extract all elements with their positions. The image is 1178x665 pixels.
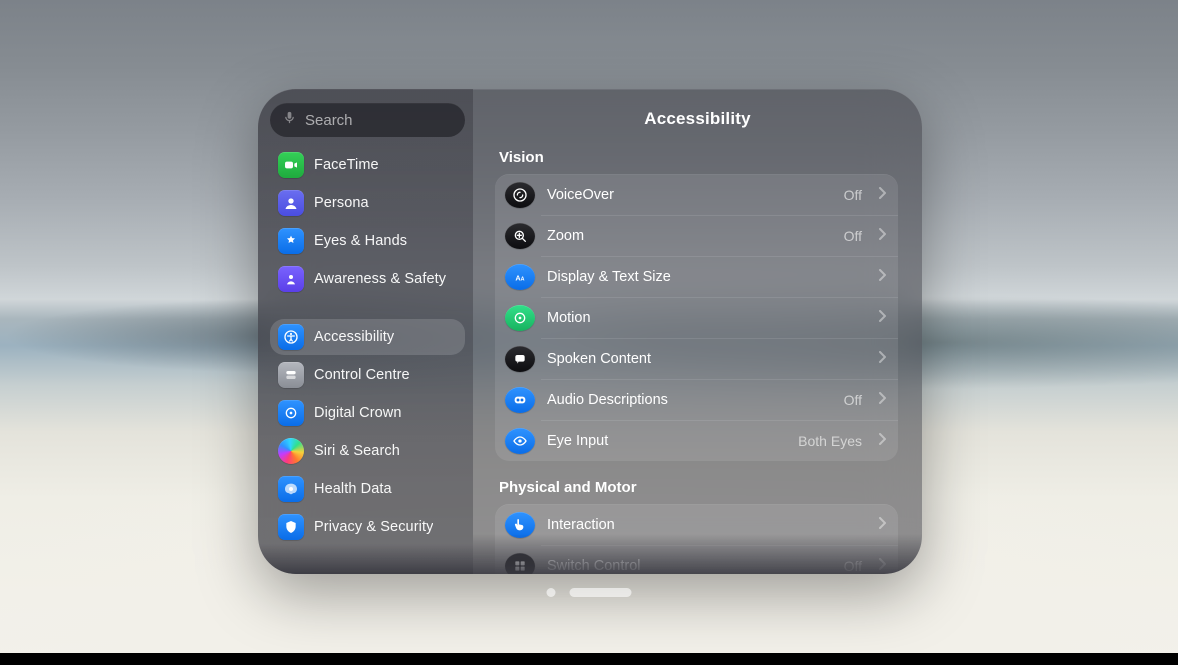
sidebar-item-siri-search[interactable]: Siri & Search [270, 433, 465, 469]
sidebar-item-accessibility[interactable]: Accessibility [270, 319, 465, 355]
mic-icon [282, 110, 297, 130]
sidebar-list: FaceTime Persona Eyes & Hands [270, 147, 465, 545]
sidebar-item-privacy-security[interactable]: Privacy & Security [270, 509, 465, 545]
settings-window: FaceTime Persona Eyes & Hands [258, 89, 922, 574]
persona-icon [278, 190, 304, 216]
content-scroll[interactable]: Vision VoiceOver Off Zoom [495, 145, 900, 574]
voiceover-icon [505, 182, 535, 208]
row-label: Display & Text Size [547, 269, 671, 285]
content-pane: Accessibility Vision VoiceOver Off [473, 89, 922, 574]
chevron-right-icon [878, 187, 886, 203]
page-pill-current[interactable] [570, 588, 632, 597]
svg-text:A: A [521, 276, 525, 282]
sidebar-item-label: Digital Crown [314, 405, 402, 421]
zoom-icon [505, 223, 535, 249]
audio-descriptions-icon [505, 387, 535, 413]
row-voiceover[interactable]: VoiceOver Off [495, 174, 898, 215]
row-label: Spoken Content [547, 351, 651, 367]
row-value: Off [844, 187, 862, 203]
section-header-vision: Vision [499, 149, 894, 166]
sidebar-item-facetime[interactable]: FaceTime [270, 147, 465, 183]
privacy-security-icon [278, 514, 304, 540]
digital-crown-icon [278, 400, 304, 426]
interaction-icon [505, 512, 535, 538]
eye-input-icon [505, 428, 535, 454]
section-header-physical-motor: Physical and Motor [499, 479, 894, 496]
sidebar-item-label: Control Centre [314, 367, 410, 383]
awareness-safety-icon [278, 266, 304, 292]
sidebar-item-label: Eyes & Hands [314, 233, 407, 249]
row-value: Both Eyes [798, 433, 862, 449]
switch-control-icon [505, 553, 535, 575]
desktop-wallpaper: FaceTime Persona Eyes & Hands [0, 0, 1178, 665]
sidebar-separator [270, 299, 465, 317]
sidebar-item-control-centre[interactable]: Control Centre [270, 357, 465, 393]
search-field[interactable] [270, 103, 465, 137]
chevron-right-icon [878, 517, 886, 533]
sidebar-item-label: FaceTime [314, 157, 379, 173]
sidebar-item-label: Health Data [314, 481, 392, 497]
row-label: Switch Control [547, 558, 640, 574]
row-label: Interaction [547, 517, 615, 533]
chevron-right-icon [878, 558, 886, 574]
chevron-right-icon [878, 392, 886, 408]
sidebar-item-digital-crown[interactable]: Digital Crown [270, 395, 465, 431]
row-interaction[interactable]: Interaction [495, 504, 898, 545]
row-label: Audio Descriptions [547, 392, 668, 408]
group-physical-motor: Interaction Switch Control Off [495, 504, 898, 574]
sidebar: FaceTime Persona Eyes & Hands [258, 89, 473, 574]
chevron-right-icon [878, 269, 886, 285]
accessibility-icon [278, 324, 304, 350]
row-eye-input[interactable]: Eye Input Both Eyes [495, 420, 898, 461]
row-spoken-content[interactable]: Spoken Content [495, 338, 898, 379]
row-label: Eye Input [547, 433, 608, 449]
page-dot[interactable] [547, 588, 556, 597]
chevron-right-icon [878, 351, 886, 367]
sidebar-item-label: Accessibility [314, 329, 394, 345]
row-label: VoiceOver [547, 187, 614, 203]
page-title: Accessibility [495, 109, 900, 129]
chevron-right-icon [878, 310, 886, 326]
row-label: Zoom [547, 228, 584, 244]
row-value: Off [844, 228, 862, 244]
control-centre-icon [278, 362, 304, 388]
row-audio-descriptions[interactable]: Audio Descriptions Off [495, 379, 898, 420]
sidebar-item-label: Siri & Search [314, 443, 400, 459]
row-label: Motion [547, 310, 591, 326]
spoken-content-icon [505, 346, 535, 372]
row-motion[interactable]: Motion [495, 297, 898, 338]
search-input[interactable] [305, 112, 473, 129]
row-value: Off [844, 392, 862, 408]
sidebar-item-persona[interactable]: Persona [270, 185, 465, 221]
motion-icon [505, 305, 535, 331]
row-switch-control[interactable]: Switch Control Off [495, 545, 898, 574]
sidebar-item-eyes-hands[interactable]: Eyes & Hands [270, 223, 465, 259]
chevron-right-icon [878, 433, 886, 449]
health-data-icon [278, 476, 304, 502]
page-indicator[interactable] [547, 588, 632, 597]
sidebar-item-label: Privacy & Security [314, 519, 433, 535]
group-vision: VoiceOver Off Zoom Off A [495, 174, 898, 461]
sidebar-item-label: Awareness & Safety [314, 271, 446, 287]
row-value: Off [844, 558, 862, 574]
sidebar-item-awareness-safety[interactable]: Awareness & Safety [270, 261, 465, 297]
sidebar-item-label: Persona [314, 195, 369, 211]
siri-icon [278, 438, 304, 464]
eyes-hands-icon [278, 228, 304, 254]
chevron-right-icon [878, 228, 886, 244]
row-display-text-size[interactable]: AA Display & Text Size [495, 256, 898, 297]
row-zoom[interactable]: Zoom Off [495, 215, 898, 256]
sidebar-item-health-data[interactable]: Health Data [270, 471, 465, 507]
display-text-size-icon: AA [505, 264, 535, 290]
facetime-icon [278, 152, 304, 178]
